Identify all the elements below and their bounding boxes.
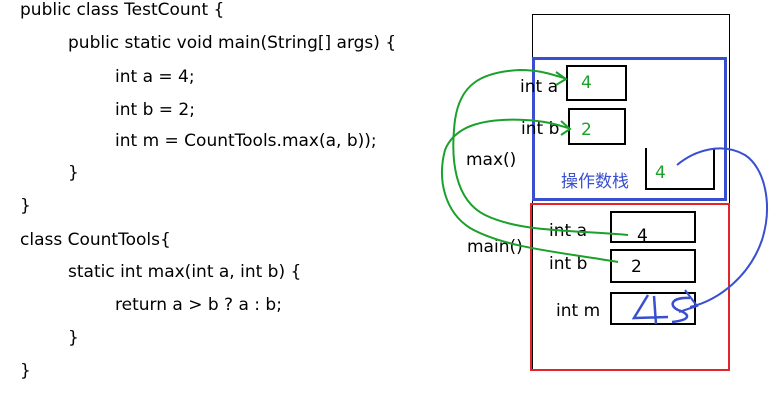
code-line: int m = CountTools.max(a, b)); xyxy=(115,131,377,151)
code-line: } xyxy=(68,163,79,183)
operand-stack-value: 4 xyxy=(655,163,666,183)
code-line: } xyxy=(68,328,79,348)
main-var-m-box xyxy=(610,292,696,325)
main-var-b-label: int b xyxy=(549,254,588,274)
code-line: static int max(int a, int b) { xyxy=(68,262,302,282)
max-var-a-value: 4 xyxy=(581,73,592,93)
code-line: } xyxy=(20,196,31,216)
main-var-m-label: int m xyxy=(556,301,601,321)
max-frame-label: max() xyxy=(466,150,517,170)
main-var-a-box xyxy=(610,211,696,243)
code-line: public static void main(String[] args) { xyxy=(68,33,397,53)
code-line: class CountTools{ xyxy=(20,230,171,250)
code-line: } xyxy=(20,361,31,381)
main-var-a-label: int a xyxy=(549,221,587,241)
main-var-a-value: 4 xyxy=(637,226,648,246)
max-var-b-value: 2 xyxy=(581,120,592,140)
code-line: return a > b ? a : b; xyxy=(115,295,282,315)
max-var-b-box xyxy=(568,108,626,145)
code-line: int b = 2; xyxy=(115,100,195,120)
code-line: int a = 4; xyxy=(115,67,195,87)
main-var-b-value: 2 xyxy=(631,257,642,277)
operand-stack-label: 操作数栈 xyxy=(561,172,629,192)
max-var-a-label: int a xyxy=(520,77,558,97)
max-var-a-box xyxy=(566,65,627,101)
code-line: public class TestCount { xyxy=(20,0,225,20)
main-frame-label: main() xyxy=(467,237,523,257)
main-var-b-box xyxy=(610,249,696,283)
max-var-b-label: int b xyxy=(521,119,560,139)
